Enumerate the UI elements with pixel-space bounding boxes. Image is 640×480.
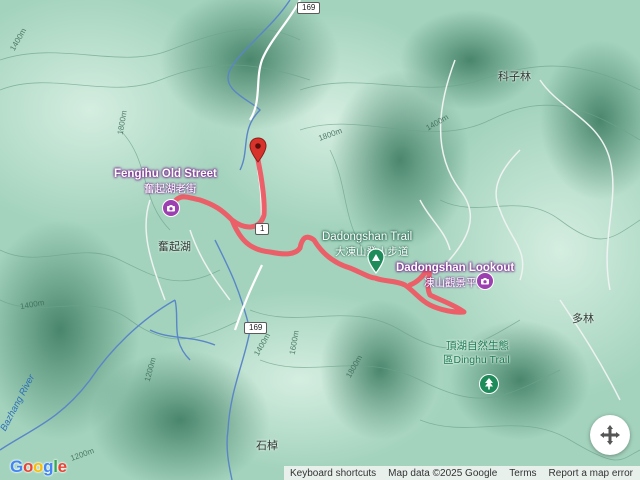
keyboard-shortcuts-link[interactable]: Keyboard shortcuts [284, 468, 382, 479]
poi-fenqihu-name[interactable]: Fengihu Old Street [114, 168, 217, 180]
terms-link[interactable]: Terms [503, 468, 542, 479]
poi-fenqihu-subname: 奮起湖老街 [144, 183, 197, 195]
camera-control-icon [600, 425, 620, 445]
place-label-kezilin: 科子林 [498, 71, 531, 83]
report-error-link[interactable]: Report a map error [543, 468, 639, 479]
tree-icon [485, 378, 493, 390]
poi-lookout-name[interactable]: Dadongshan Lookout [396, 262, 514, 274]
road-1-shield: 1 [255, 223, 270, 235]
camera-control-button[interactable] [590, 415, 630, 455]
place-label-duolin: 多林 [572, 313, 594, 325]
place-label-shizhang: 石棹 [256, 440, 278, 452]
poi-dinghu-name-line1[interactable]: 頂湖自然生態 [446, 338, 509, 353]
camera-poi-icon[interactable] [476, 272, 494, 290]
attribution-bar: Keyboard shortcuts Map data ©2025 Google… [284, 466, 640, 480]
google-logo: Google [10, 457, 67, 476]
place-label-fenqihu: 奮起湖 [158, 241, 191, 253]
camera-icon [167, 205, 175, 212]
park-tree-icon[interactable] [479, 374, 499, 394]
road-169-shield-top: 169 [297, 2, 321, 14]
camera-poi-icon[interactable] [162, 199, 180, 217]
terrain-map[interactable] [0, 0, 640, 480]
start-pin-icon[interactable] [367, 248, 385, 279]
poi-dadongshan-name[interactable]: Dadongshan Trail [322, 231, 412, 243]
poi-dinghu-name-line2[interactable]: 區Dinghu Trail [443, 352, 510, 367]
end-pin-icon[interactable] [249, 137, 267, 168]
camera-icon [481, 278, 489, 285]
map-data-text: Map data ©2025 Google [388, 467, 498, 479]
